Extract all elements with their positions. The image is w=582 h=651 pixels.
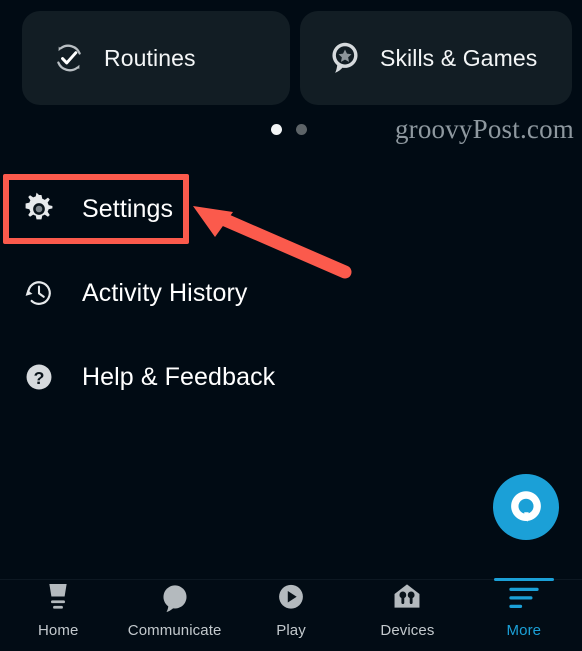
home-icon <box>41 580 75 618</box>
more-menu-list: Settings Activity History ? Help & Feedb… <box>0 172 582 414</box>
alexa-ring-icon <box>511 491 541 522</box>
clock-history-icon <box>22 276 56 310</box>
devices-house-icon <box>390 584 424 618</box>
pagination-dot-2[interactable] <box>296 124 307 135</box>
svg-text:?: ? <box>34 368 45 388</box>
active-tab-indicator <box>493 578 554 581</box>
nav-item-more[interactable]: More <box>466 578 582 651</box>
pagination-dot-1[interactable] <box>271 124 282 135</box>
carousel-pagination-dots[interactable] <box>271 124 307 135</box>
menu-item-help-feedback[interactable]: ? Help & Feedback <box>0 340 582 414</box>
menu-item-settings[interactable]: Settings <box>0 172 582 246</box>
nav-item-home-label: Home <box>37 622 79 639</box>
nav-item-devices-label: Devices <box>380 622 435 639</box>
more-lines-icon <box>507 584 541 618</box>
bottom-navigation-bar: Home Communicate Play Devices More <box>0 578 582 651</box>
alexa-app-more-screen: Routines Skills & Games groovyPost.com S… <box>0 0 582 651</box>
speech-bubble-icon <box>158 584 192 618</box>
nav-item-play-label: Play <box>276 622 306 639</box>
menu-item-settings-label: Settings <box>82 194 174 223</box>
nav-item-home[interactable]: Home <box>0 580 116 651</box>
quick-card-skills-games-label: Skills & Games <box>380 44 538 71</box>
nav-item-communicate-label: Communicate <box>127 622 222 639</box>
routines-refresh-check-icon <box>50 39 88 77</box>
quick-card-skills-games[interactable]: Skills & Games <box>300 11 572 105</box>
menu-item-activity-history-label: Activity History <box>82 278 248 307</box>
question-mark-circle-icon: ? <box>22 360 56 394</box>
gear-icon <box>22 192 56 226</box>
watermark: groovyPost.com <box>394 114 574 144</box>
menu-item-help-feedback-label: Help & Feedback <box>82 362 276 391</box>
quick-card-routines[interactable]: Routines <box>22 11 290 105</box>
menu-spacer-2 <box>0 330 582 340</box>
nav-item-communicate[interactable]: Communicate <box>116 580 232 651</box>
alexa-voice-button[interactable] <box>493 474 559 540</box>
play-circle-icon <box>274 584 308 618</box>
menu-spacer-1 <box>0 246 582 256</box>
nav-item-play[interactable]: Play <box>233 580 349 651</box>
nav-item-more-label: More <box>506 622 542 639</box>
nav-item-devices[interactable]: Devices <box>349 580 465 651</box>
menu-item-activity-history[interactable]: Activity History <box>0 256 582 330</box>
quick-action-card-carousel[interactable]: Routines Skills & Games <box>0 0 582 106</box>
quick-card-routines-label: Routines <box>104 44 196 71</box>
skills-pin-star-icon <box>326 39 364 77</box>
